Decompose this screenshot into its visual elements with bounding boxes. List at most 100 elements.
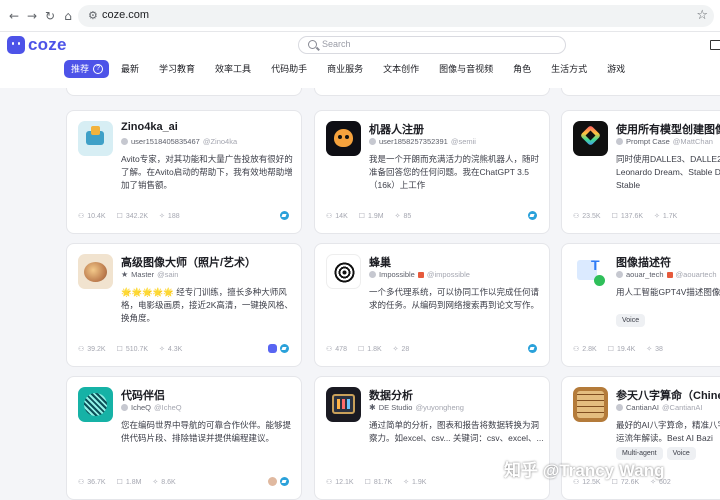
users-stat: ⚇ 14K <box>326 212 348 220</box>
bot-card[interactable]: T 图像描述符 aouar_tech @aouartech 用人工智能GPT4V描… <box>561 243 720 367</box>
tab-productivity[interactable]: 效率工具 <box>207 60 259 78</box>
bot-stats: ⚇ 12.1K ☐ 81.7K ✧ 1.9K <box>326 478 426 486</box>
menu-icon[interactable] <box>710 40 720 50</box>
tab-writing[interactable]: 文本创作 <box>375 60 427 78</box>
like-icon: ✧ <box>394 212 401 220</box>
bot-author: aouar_tech @aouartech <box>616 270 720 279</box>
help-icon[interactable]: ? <box>93 64 104 74</box>
bot-stats: ⚇ 10.4K ☐ 342.2K ✧ 188 <box>78 212 180 220</box>
avatar <box>121 404 128 411</box>
settings-gear-icon: ✱ <box>369 403 376 412</box>
coze-logo-text[interactable]: coze <box>28 35 67 55</box>
messages-stat: ☐ 19.4K <box>607 345 636 353</box>
author-name: user1858257352391 <box>379 137 448 146</box>
author-handle: @sain <box>157 270 179 279</box>
like-icon: ✧ <box>403 478 410 486</box>
address-bar[interactable]: ⚙ coze.com ☆ <box>78 5 714 27</box>
bot-author: Impossible @impossible <box>369 270 549 279</box>
likes-stat: ✧ 85 <box>394 212 412 220</box>
bot-card[interactable]: 使用所有模型创建图像 Prompt Case @MattChan 同时使用DALL… <box>561 110 720 234</box>
watermark: 知乎 @Trancy Wang <box>504 461 665 480</box>
bot-description: 最好的AI八字算命，精准八字排盘（图片），大运流年解读。Best AI Bazi <box>616 420 720 443</box>
forward-icon[interactable]: → <box>24 8 40 24</box>
users-stat: ⚇ 12.1K <box>326 478 354 486</box>
data-screen-icon <box>326 387 361 422</box>
back-icon[interactable]: ← <box>6 8 22 24</box>
bot-description: 我是一个开朗而充满活力的浣熊机器人，随时准备回答您的任何问题。我在ChatGPT… <box>369 154 540 190</box>
messages-stat: ☐ 1.9M <box>358 212 384 220</box>
avatar <box>121 138 128 145</box>
avatar <box>616 138 623 145</box>
verified-badge-icon <box>417 271 424 278</box>
users-stat: ⚇ 478 <box>326 345 347 353</box>
bot-card[interactable]: 高级图像大师（照片/艺术） ★ Master @sain 🌟🌟🌟🌟🌟 经专门训练，擅… <box>66 243 302 367</box>
chat-icon: ☐ <box>357 345 365 353</box>
author-name: Impossible <box>379 270 415 279</box>
bot-author: CantianAI @CantianAI <box>616 403 720 412</box>
bot-description: 一个多代理系统，可以协同工作以完成任何请求的任务。从编码到网络搜索再到论文写作。 <box>369 287 540 310</box>
author-name: user1518405835467 <box>131 137 200 146</box>
url-text[interactable]: coze.com <box>102 9 149 21</box>
tab-characters[interactable]: 角色 <box>505 60 539 78</box>
bot-title: 蜂巢 <box>369 257 391 269</box>
verified-badge-icon <box>666 271 673 278</box>
author-name: Master <box>131 270 155 279</box>
like-icon: ✧ <box>654 212 660 220</box>
bot-title: Zino4ka_ai <box>121 121 178 133</box>
diamond-logo-icon <box>573 121 608 156</box>
author-name: IcheQ <box>131 403 152 412</box>
tab-education[interactable]: 学习教育 <box>151 60 203 78</box>
card-partial <box>561 88 720 96</box>
discord-icon <box>268 344 277 353</box>
users-icon: ⚇ <box>326 212 333 220</box>
author-handle: @semii <box>450 137 476 146</box>
tab-lifestyle[interactable]: 生活方式 <box>543 60 595 78</box>
browser-toolbar: ← → ↻ ⌂ ⚙ coze.com ☆ <box>0 0 720 32</box>
tab-recommended[interactable]: 推荐 ? <box>64 60 110 78</box>
tab-games[interactable]: 游戏 <box>599 60 633 78</box>
bot-title: 机器人注册 <box>369 124 424 136</box>
likes-stat: ✧ 38 <box>646 345 663 353</box>
tag-list: Voice <box>616 314 646 327</box>
tab-latest[interactable]: 最新 <box>113 60 147 78</box>
reload-icon[interactable]: ↻ <box>42 8 58 24</box>
author-name: DE Studio <box>378 403 413 412</box>
bot-title: 使用所有模型创建图像 <box>616 124 720 136</box>
bot-stats: ⚇ 14K ☐ 1.9M ✧ 85 <box>326 212 411 220</box>
swirl-icon <box>326 254 361 289</box>
users-icon: ⚇ <box>573 212 580 220</box>
home-icon[interactable]: ⌂ <box>60 8 76 24</box>
author-handle: @MattChan <box>672 137 713 146</box>
like-icon: ✧ <box>159 212 165 220</box>
bot-card[interactable]: 代码伴侣 IcheQ @IcheQ 您在编码世界中导航的可靠合作伙伴。能够提供代码… <box>66 376 302 500</box>
bot-card[interactable]: 蜂巢 Impossible @impossible 一个多代理系统，可以协同工作以… <box>314 243 550 367</box>
avatar <box>616 404 623 411</box>
like-icon: ✧ <box>152 478 159 486</box>
bot-card[interactable]: Zino4ka_ai user1518405835467 @Zino4ka Avi… <box>66 110 302 234</box>
messages-stat: ☐ 510.7K <box>116 345 149 353</box>
chat-icon: ☐ <box>358 212 366 220</box>
category-tabs: 推荐 ? 最新 学习教育 效率工具 代码助手 商业服务 文本创作 图像与音视频 … <box>64 60 637 78</box>
creator-avatar-icon <box>268 477 277 486</box>
messages-stat: ☐ 137.6K <box>611 212 644 220</box>
chat-icon: ☐ <box>116 212 123 220</box>
tab-image-audio-video[interactable]: 图像与音视频 <box>431 60 501 78</box>
users-icon: ⚇ <box>326 478 333 486</box>
bot-card[interactable]: 机器人注册 user1858257352391 @semii 我是一个开朗而充满活… <box>314 110 550 234</box>
bookmark-star-icon[interactable]: ☆ <box>696 8 708 23</box>
users-stat: ⚇ 2.8K <box>573 345 597 353</box>
author-handle: @impossible <box>426 270 470 279</box>
chat-icon: ☐ <box>116 478 123 486</box>
bot-title: 图像描述符 <box>616 257 671 269</box>
bot-card[interactable]: 参天八字算命（Chinese CantianAI@CantianAI 最好的AI… <box>561 376 720 500</box>
tab-business[interactable]: 商业服务 <box>319 60 371 78</box>
likes-stat: ✧ 188 <box>159 212 180 220</box>
bot-card[interactable]: 数据分析 ✱ DE Studio @yuyongheng 通过简单的分析，图表和报告… <box>314 376 550 500</box>
coze-logo-icon[interactable] <box>7 36 25 54</box>
tag-chip: Voice <box>616 314 646 327</box>
bot-title: 参天八字算命（Chinese <box>616 390 720 402</box>
tab-code-assistant[interactable]: 代码助手 <box>263 60 315 78</box>
search-input[interactable]: Search <box>298 36 566 54</box>
site-settings-icon[interactable]: ⚙ <box>88 9 98 22</box>
search-icon <box>308 40 317 49</box>
